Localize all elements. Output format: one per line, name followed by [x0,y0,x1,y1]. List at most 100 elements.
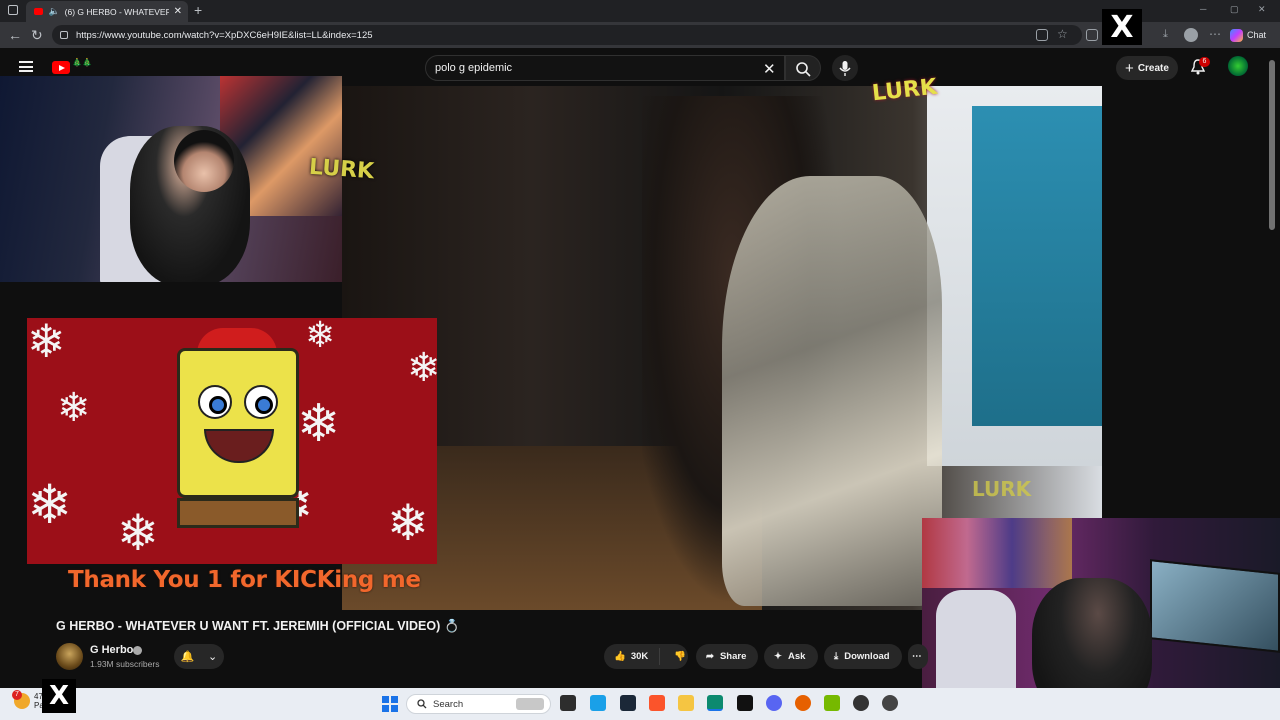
firefox-icon[interactable] [795,695,811,711]
create-button[interactable]: + Create [1116,56,1178,80]
eye [198,385,232,419]
share-label: Share [719,651,747,662]
mouth [204,429,274,463]
streamer-webcam-top [0,76,342,282]
subscriber-count: 1.93M subscribers [90,659,160,669]
kick-thanks-caption: Thank You 1 for KICKing me [68,567,421,593]
account-avatar[interactable] [1228,56,1248,76]
extensions-icon[interactable] [1086,29,1098,41]
url-text: https://www.youtube.com/watch?v=XpDXC6eH… [76,29,373,41]
spongebob-body [177,348,299,498]
search-icon [417,699,427,709]
video-poster-region [972,106,1102,426]
x-logo-icon: X [1102,9,1142,45]
windows-taskbar [0,688,1280,720]
app-available-icon[interactable] [1036,29,1048,41]
snowflake-icon: ❄ [57,385,91,431]
more-actions-button[interactable]: ⋯ [908,644,928,669]
tab-title: (6) G HERBO - WHATEVER U [64,6,169,17]
profile-icon[interactable] [1184,28,1198,42]
webcam-monitor [1150,559,1280,653]
copilot-icon [1230,28,1243,42]
download-button[interactable]: ⤓ Download [824,644,902,669]
chevron-down-icon: ⌄ [208,651,218,663]
back-icon[interactable]: ← [8,27,22,43]
file-explorer-icon[interactable] [678,695,694,711]
snowflake-icon: ❄ [387,494,429,552]
youtube-favicon-icon [34,8,44,15]
chat-label: Chat [1247,30,1267,40]
browser-tab[interactable]: 🔈 (6) G HERBO - WHATEVER U ✕ [26,1,188,22]
dislike-button[interactable]: 👎 [666,651,686,662]
tiktok-icon[interactable] [737,695,753,711]
close-window-icon[interactable]: ✕ [1258,4,1266,15]
snowflake-icon: ❄ [27,473,73,536]
subscribed-notifications-button[interactable]: 🔔 ⌄ [174,644,224,669]
like-dislike-group: 👍 30K 👎 [604,644,688,669]
voice-search-button[interactable] [832,55,858,81]
task-view-icon[interactable] [560,695,576,711]
taskbar-search-input[interactable]: Search [406,694,551,714]
download-label: Download [844,651,890,662]
new-tab-button[interactable]: + [194,2,202,18]
nvidia-icon[interactable] [824,695,840,711]
steam-icon[interactable] [620,695,636,711]
share-arrow-icon: ➦ [706,651,714,662]
like-button[interactable]: 👍 30K [604,648,660,665]
webcam-head [174,130,234,192]
spongebob-pants [177,498,299,528]
widgets-icon[interactable] [590,695,606,711]
ask-button[interactable]: ✦ Ask [764,644,818,669]
weather-widget[interactable]: 7 47 Pa [12,690,44,710]
tab-close-icon[interactable]: ✕ [174,6,182,17]
search-input[interactable]: polo g epidemic [425,55,785,81]
maximize-icon[interactable]: ▢ [1230,4,1239,15]
lurk-sticker: LURK [972,477,1032,501]
minimize-icon[interactable]: ─ [1200,4,1206,14]
video-title: G HERBO - WHATEVER U WANT FT. JEREMIH (O… [56,619,460,634]
thumbs-down-icon: 👎 [674,651,686,662]
address-bar[interactable]: https://www.youtube.com/watch?v=XpDXC6eH… [52,25,1082,45]
windows-start-icon[interactable] [382,696,398,712]
audio-playing-icon[interactable]: 🔈 [48,6,59,17]
snowflake-icon: ❄ [305,318,336,356]
tab-actions-icon[interactable] [8,5,18,15]
lurk-sticker: LURK [308,154,375,185]
copilot-chat-button[interactable]: Chat [1230,26,1266,44]
eye [244,385,278,419]
video-jacket [722,176,942,606]
youtube-doodle-icon[interactable]: 🎄🎄 [72,58,106,74]
page-scrollbar[interactable] [1269,60,1275,230]
favorite-star-icon[interactable]: ☆ [1057,27,1068,41]
ring-emoji: 💍 [444,619,460,633]
app-icon[interactable] [882,695,898,711]
youtube-logo-icon[interactable] [52,61,70,74]
secondary-panel [1102,86,1268,516]
x-logo-icon: X [42,679,76,713]
weather-icon: 7 [12,690,30,709]
channel-avatar[interactable] [56,643,83,670]
settings-more-icon[interactable]: ⋯ [1209,27,1221,41]
site-info-icon[interactable] [60,31,68,39]
share-button[interactable]: ➦ Share [696,644,758,669]
clear-search-icon[interactable]: ✕ [763,60,776,78]
brave-browser-icon[interactable] [649,695,665,711]
search-button[interactable] [785,55,821,81]
spongebob-gif: ❄ ❄ ❄ ❄ ❄ ❄ ❄ ❄ ❄ [27,318,437,564]
menu-icon[interactable] [19,61,33,72]
snowflake-icon: ❄ [27,318,66,368]
downloads-icon[interactable]: ⤓ [1163,28,1168,41]
webcam-shelf [922,518,1072,588]
bell-icon: 🔔 [180,651,195,663]
video-title-text: G HERBO - WHATEVER U WANT FT. JEREMIH (O… [56,619,441,633]
download-icon: ⤓ [834,651,839,662]
snowflake-icon: ❄ [297,394,341,454]
channel-name[interactable]: G Herbo [90,644,133,656]
verified-badge-icon [133,646,142,655]
edge-browser-icon[interactable] [707,695,723,711]
discord-icon[interactable] [766,695,782,711]
weather-alert-badge: 7 [12,690,22,700]
reload-icon[interactable]: ↻ [31,27,43,44]
obs-icon[interactable] [853,695,869,711]
sparkle-icon: ✦ [774,651,782,662]
